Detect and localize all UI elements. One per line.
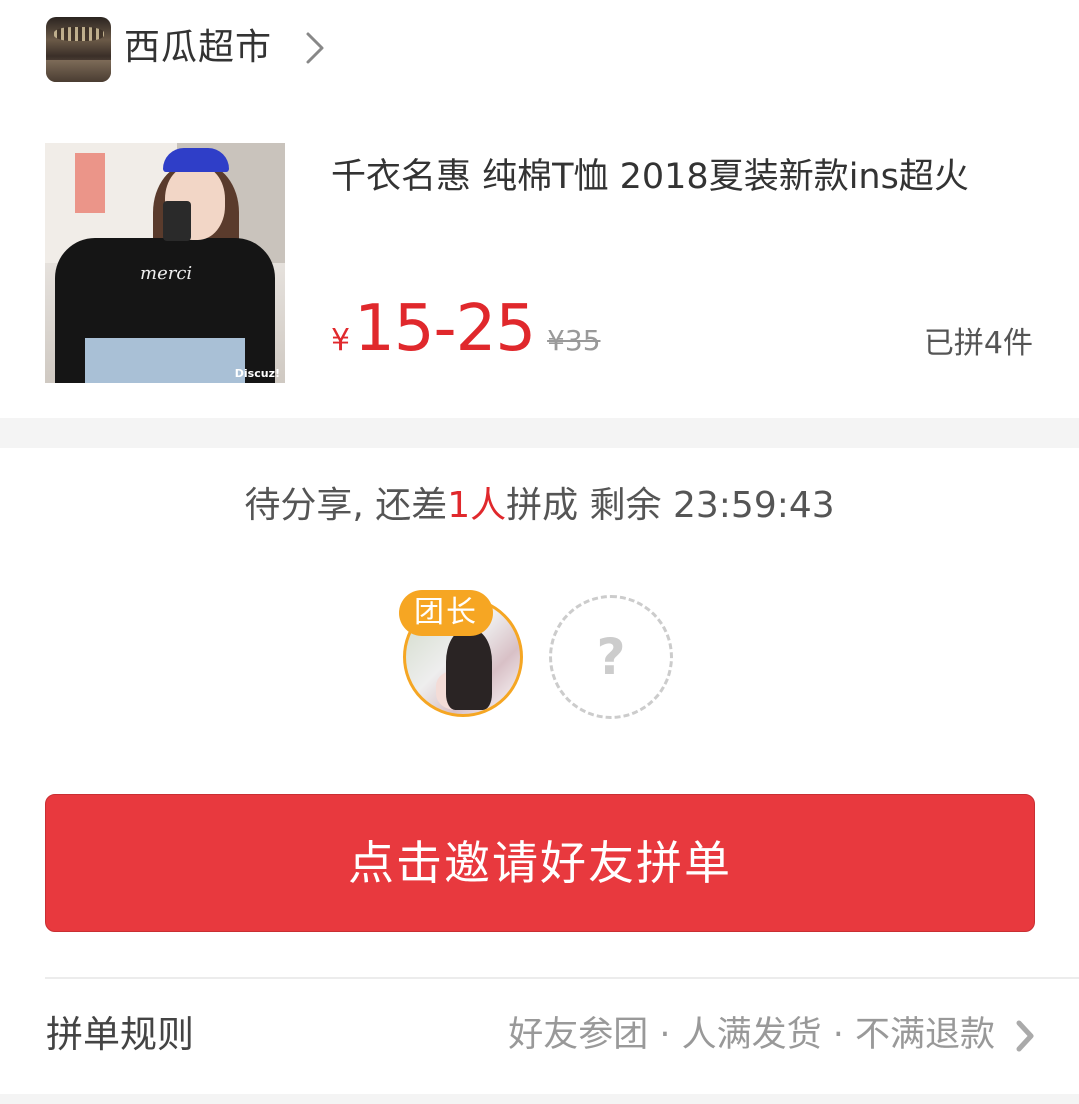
shop-avatar [46, 17, 111, 82]
chevron-right-icon[interactable] [1013, 1018, 1037, 1054]
shop-header[interactable]: 西瓜超市 [0, 0, 1079, 98]
chevron-right-icon[interactable] [300, 30, 328, 66]
group-status: 待分享, 还差1人拼成 剩余 23:59:43 [0, 482, 1079, 530]
image-watermark: Discuz! [234, 367, 280, 380]
rules-description: 好友参团 · 人满发货 · 不满退款 [508, 1015, 995, 1055]
product-image[interactable]: merci Discuz! [45, 143, 285, 383]
status-prefix: 待分享, 还差 [244, 485, 448, 526]
price-range: 15-25 [354, 292, 536, 366]
section-separator [0, 418, 1079, 448]
group-rules-row[interactable]: 拼单规则 好友参团 · 人满发货 · 不满退款 [0, 980, 1079, 1090]
shop-name[interactable]: 西瓜超市 [124, 24, 272, 72]
status-suffix: 拼成 剩余 23:59:43 [506, 485, 835, 526]
product-card[interactable]: merci Discuz! 千衣名惠 纯棉T恤 2018夏装新款ins超火 ¥1… [0, 98, 1079, 418]
product-title[interactable]: 千衣名惠 纯棉T恤 2018夏装新款ins超火 [331, 146, 1021, 208]
rules-label: 拼单规则 [46, 1013, 194, 1056]
product-price: ¥15-25 ¥35 [331, 294, 601, 364]
bottom-band [0, 1094, 1079, 1104]
price-currency: ¥ [331, 323, 351, 358]
leader-badge: 团长 [399, 590, 493, 636]
original-price: ¥35 [547, 324, 601, 357]
invite-friends-button[interactable]: 点击邀请好友拼单 [45, 794, 1035, 932]
empty-member-slot[interactable]: ? [549, 595, 673, 719]
shirt-print-text: merci [140, 263, 193, 284]
divider [45, 977, 1079, 979]
sold-count: 已拼4件 [923, 326, 1033, 361]
missing-count: 1人 [447, 485, 507, 526]
